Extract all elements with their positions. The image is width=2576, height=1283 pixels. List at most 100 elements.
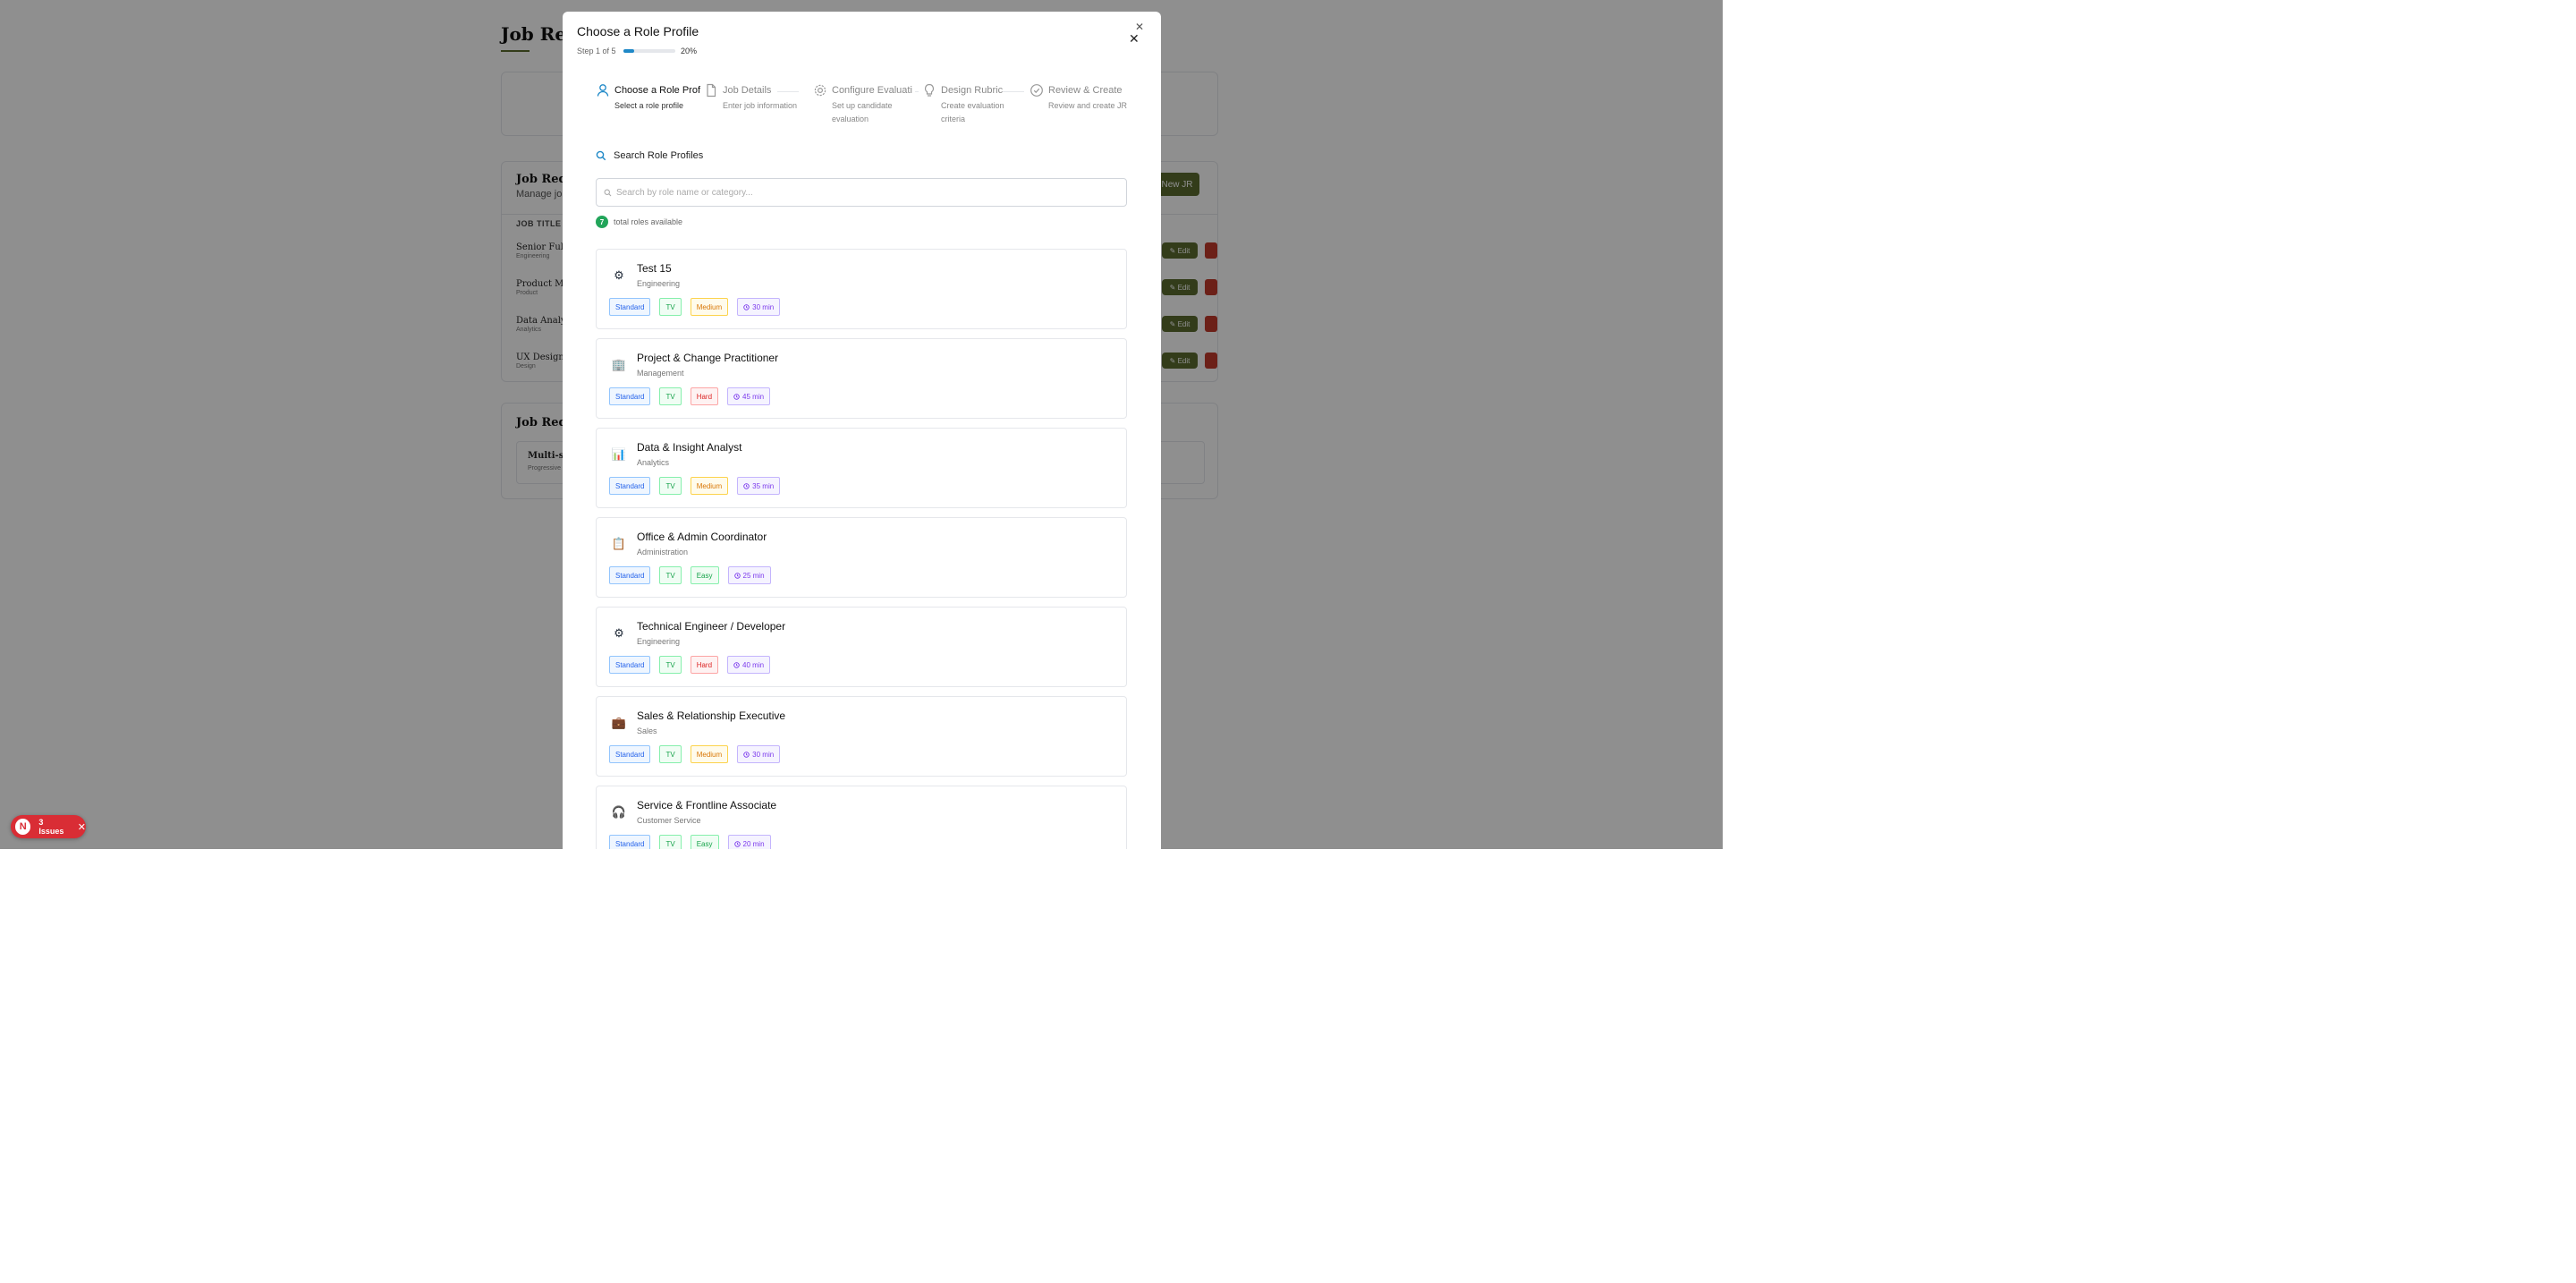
tag-duration: 40 min <box>727 656 771 674</box>
roles-count: 7 total roles available <box>596 216 682 228</box>
step-connector <box>1003 91 1024 92</box>
tag-difficulty: Hard <box>690 656 719 674</box>
role-tags: Standard TV Easy 25 min <box>609 566 780 584</box>
role-category: Management <box>637 369 684 378</box>
tag-label: 45 min <box>742 392 765 401</box>
issues-badge[interactable]: N 3 Issues ✕ <box>11 815 86 838</box>
tag-label: 40 min <box>742 660 765 669</box>
tag-label: Standard <box>615 750 645 759</box>
tag-label: 20 min <box>742 839 765 848</box>
clock-icon <box>733 393 740 400</box>
modal-title: Choose a Role Profile <box>577 24 699 38</box>
role-name: Test 15 <box>637 262 672 275</box>
tag-tv: TV <box>659 477 682 495</box>
tag-duration: 45 min <box>727 387 771 405</box>
step-label: Review & Create <box>1048 85 1123 96</box>
tag-label: 35 min <box>752 481 775 490</box>
tag-standard: Standard <box>609 835 651 849</box>
tag-label: Medium <box>696 481 723 490</box>
headphones-icon: 🎧 <box>611 805 627 819</box>
lightbulb-icon <box>924 83 935 97</box>
search-heading-label: Search Role Profiles <box>614 150 704 161</box>
issues-close-icon[interactable]: ✕ <box>78 821 86 833</box>
tag-duration: 30 min <box>737 298 781 316</box>
role-category: Sales <box>637 726 657 735</box>
role-card[interactable]: 💼 Sales & Relationship Executive Sales Stan… <box>596 696 1127 777</box>
tag-label: Standard <box>615 571 645 580</box>
role-card[interactable]: 🎧 Service & Frontline Associate Customer S… <box>596 786 1127 849</box>
clock-icon <box>743 751 750 758</box>
tag-label: 30 min <box>752 302 775 311</box>
progress-bar <box>623 49 675 53</box>
step-sub: Select a role profile <box>614 101 684 110</box>
tag-tv: TV <box>659 298 682 316</box>
tag-label: TV <box>665 839 675 848</box>
tag-label: Medium <box>696 750 723 759</box>
tag-tv: TV <box>659 745 682 763</box>
role-tags: Standard TV Hard 45 min <box>609 387 779 405</box>
role-name: Technical Engineer / Developer <box>637 620 786 633</box>
role-name: Office & Admin Coordinator <box>637 531 767 543</box>
tag-duration: 30 min <box>737 745 781 763</box>
tag-label: 25 min <box>742 571 765 580</box>
role-name: Data & Insight Analyst <box>637 441 742 454</box>
role-category: Customer Service <box>637 816 701 825</box>
tag-label: TV <box>665 571 675 580</box>
role-card[interactable]: ⚙ Technical Engineer / Developer Engineeri… <box>596 607 1127 687</box>
tag-duration: 35 min <box>737 477 781 495</box>
tag-label: Standard <box>615 302 645 311</box>
gear-icon: ⚙ <box>614 626 624 640</box>
tag-label: Hard <box>696 392 713 401</box>
tag-standard: Standard <box>609 387 651 405</box>
role-card[interactable]: 🏢 Project & Change Practitioner Management… <box>596 338 1127 419</box>
role-tags: Standard TV Hard 40 min <box>609 656 779 674</box>
building-icon: 🏢 <box>611 358 627 371</box>
role-category: Engineering <box>637 637 681 646</box>
tag-difficulty: Medium <box>690 477 729 495</box>
role-tags: Standard TV Easy 20 min <box>609 835 780 849</box>
tag-label: TV <box>665 392 675 401</box>
clock-icon <box>743 482 750 489</box>
step-sub: Set up candidate evaluation <box>832 101 893 123</box>
search-icon <box>596 150 606 161</box>
tag-difficulty: Easy <box>690 835 719 849</box>
briefcase-icon: 💼 <box>611 716 627 729</box>
tag-tv: TV <box>659 835 682 849</box>
role-category: Administration <box>637 548 689 557</box>
search-field[interactable] <box>596 178 1127 207</box>
issues-count: 3 Issues <box>38 818 64 836</box>
user-icon <box>597 84 609 97</box>
step-label: Design Rubric <box>941 85 1004 96</box>
tag-label: TV <box>665 302 675 311</box>
role-tags: Standard TV Medium 30 min <box>609 745 789 763</box>
role-name: Sales & Relationship Executive <box>637 709 786 722</box>
tag-label: TV <box>665 481 675 490</box>
tag-standard: Standard <box>609 477 651 495</box>
tag-label: Easy <box>696 839 713 848</box>
progress-fill <box>623 49 634 53</box>
check-circle-icon <box>1030 84 1043 97</box>
role-card[interactable]: ⚙ Test 15 Engineering Standard TV Medium 30 mi… <box>596 249 1127 329</box>
clock-icon <box>743 303 750 310</box>
step-connector <box>915 91 919 92</box>
tag-label: 30 min <box>752 750 775 759</box>
tag-difficulty: Medium <box>690 298 729 316</box>
tag-label: TV <box>665 750 675 759</box>
tag-label: Standard <box>615 392 645 401</box>
step-label: Choose a Role Prof <box>614 85 700 96</box>
step-sub: Create evaluation criteria <box>941 101 1004 123</box>
tag-tv: TV <box>659 387 682 405</box>
tag-standard: Standard <box>609 656 651 674</box>
role-card[interactable]: 📋 Office & Admin Coordinator Administratio… <box>596 517 1127 598</box>
tag-difficulty: Medium <box>690 745 729 763</box>
close-button[interactable]: ✕ <box>1129 31 1140 47</box>
tag-duration: 20 min <box>727 835 771 849</box>
tag-duration: 25 min <box>727 566 771 584</box>
role-card[interactable]: 📊 Data & Insight Analyst Analytics Standard… <box>596 428 1127 508</box>
search-icon <box>604 189 612 197</box>
role-name: Project & Change Practitioner <box>637 352 779 364</box>
gear-icon <box>814 84 826 97</box>
issues-logo: N <box>15 819 31 835</box>
tag-label: TV <box>665 660 675 669</box>
search-input[interactable] <box>614 179 1119 206</box>
